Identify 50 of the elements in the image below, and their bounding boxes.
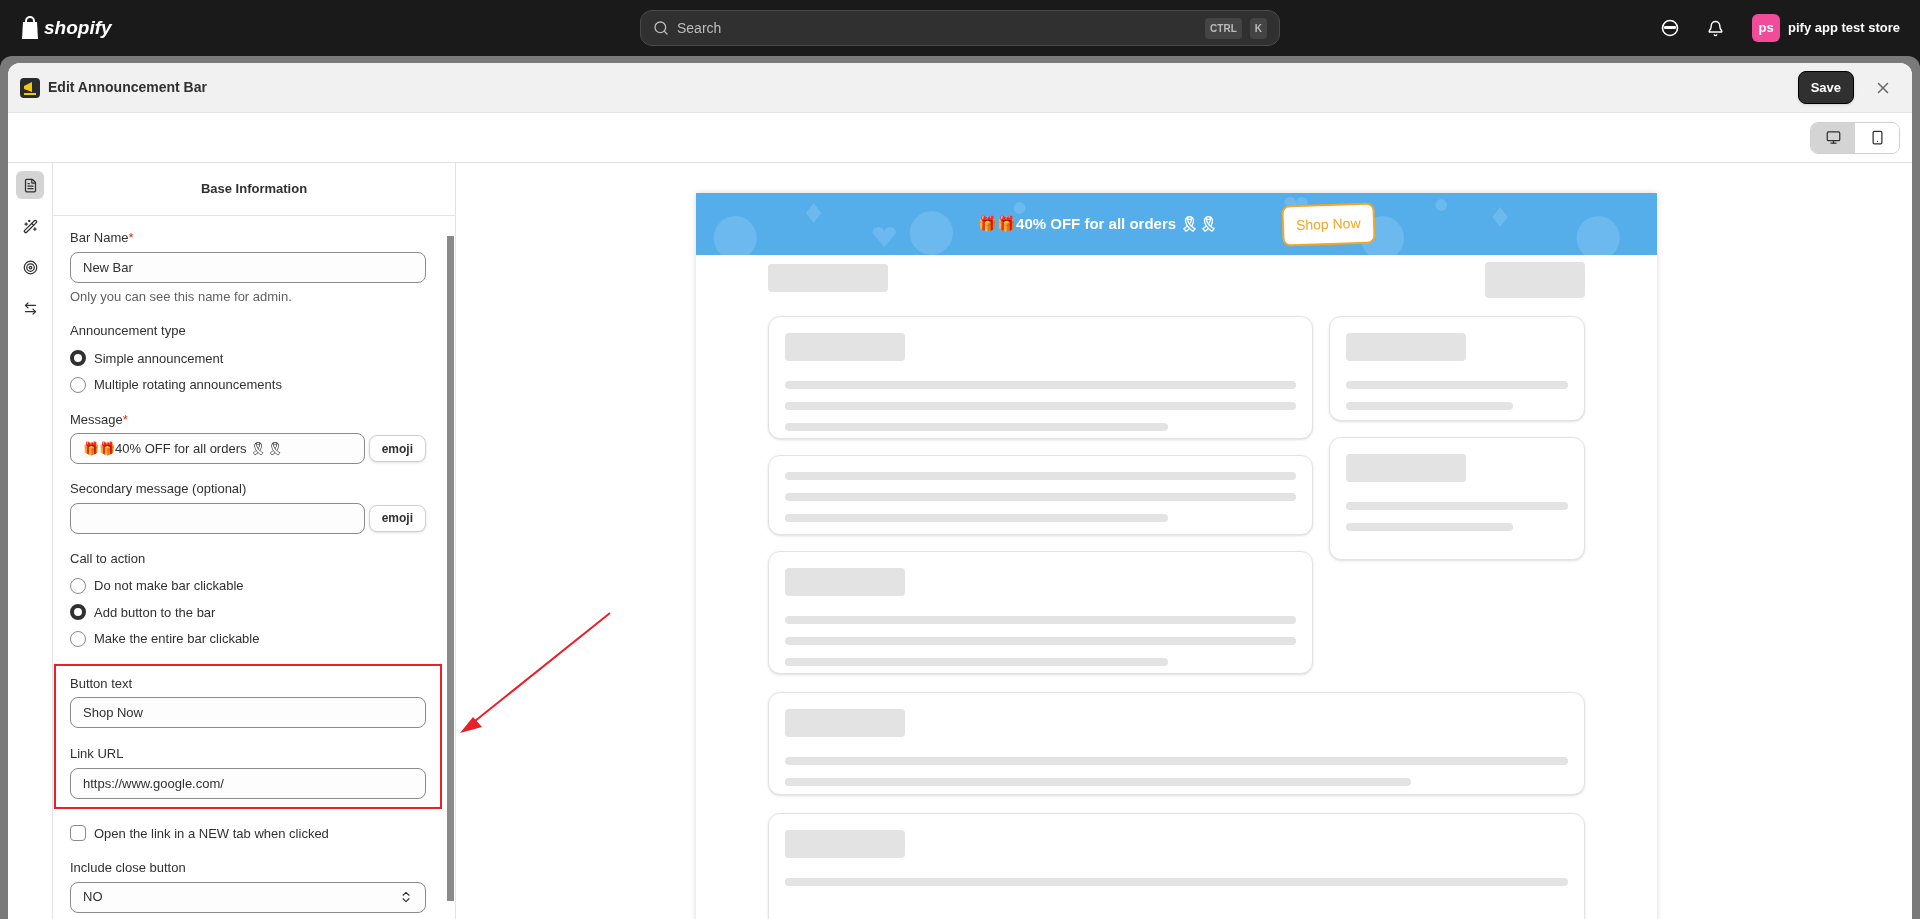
radio-label: Make the entire bar clickable (94, 630, 260, 648)
document-icon (22, 177, 38, 193)
text-input[interactable]: New Bar (70, 251, 426, 283)
radio-button[interactable] (70, 630, 86, 647)
radio-button[interactable] (70, 350, 86, 367)
radio-button[interactable] (70, 376, 86, 393)
field-label: Include close button (70, 859, 187, 877)
text-input[interactable]: Shop Now (70, 697, 426, 728)
field-label: Bar Name* (70, 229, 135, 247)
save-button[interactable]: Save (1797, 70, 1854, 105)
announcement-message: 🎁🎁40% OFF for all orders 🎗🎗 (978, 213, 1219, 234)
magic-wand-icon (22, 218, 38, 234)
text-input[interactable]: 🎁🎁40% OFF for all orders 🎗🎗 (70, 433, 365, 464)
field-label: Button text (70, 674, 134, 693)
radio-button[interactable] (70, 604, 86, 621)
radio-button[interactable] (70, 577, 86, 594)
emoji-button[interactable]: emoji (368, 504, 426, 532)
search-field[interactable]: Search CTRL K (640, 10, 1280, 46)
search-icon (653, 20, 669, 36)
desktop-view-button[interactable] (1811, 122, 1855, 153)
field-label: Secondary message (optional) (70, 480, 248, 498)
field-label: Call to action (70, 549, 147, 568)
phone-icon (1869, 130, 1885, 145)
emoji-button[interactable]: emoji (368, 435, 426, 462)
brand-logo[interactable]: shopify (44, 13, 112, 43)
field-label: Link URL (70, 745, 125, 763)
shortcut-key: CTRL (1205, 17, 1242, 39)
help-text: Only you can see this name for admin. (70, 287, 293, 306)
store-name[interactable]: pify app test store (1788, 18, 1900, 38)
panel-title: Base Information (200, 180, 308, 199)
arrows-icon (22, 300, 38, 316)
field-label: Announcement type (70, 322, 187, 340)
text-input[interactable]: https://www.google.com/ (70, 767, 426, 799)
monitor-icon (1825, 130, 1841, 145)
radio-label: Add button to the bar (94, 603, 216, 622)
modal-title: Edit Announcement Bar (48, 78, 208, 97)
radio-label: Do not make bar clickable (94, 577, 244, 595)
checkbox-label: Open the link in a NEW tab when clicked (94, 824, 329, 843)
bell-icon[interactable] (1707, 19, 1725, 37)
radio-label: Multiple rotating announcements (94, 376, 282, 394)
text-input[interactable] (70, 502, 365, 534)
field-label: Message* (70, 410, 129, 429)
shopping-bag-icon (20, 16, 40, 40)
megaphone-icon (20, 77, 40, 98)
checkbox[interactable] (70, 825, 86, 842)
target-icon (22, 259, 38, 275)
radio-label: Simple announcement (94, 349, 224, 368)
content-tab[interactable] (16, 171, 44, 199)
shortcut-key: K (1249, 17, 1267, 39)
select-field[interactable]: NO (70, 881, 426, 913)
